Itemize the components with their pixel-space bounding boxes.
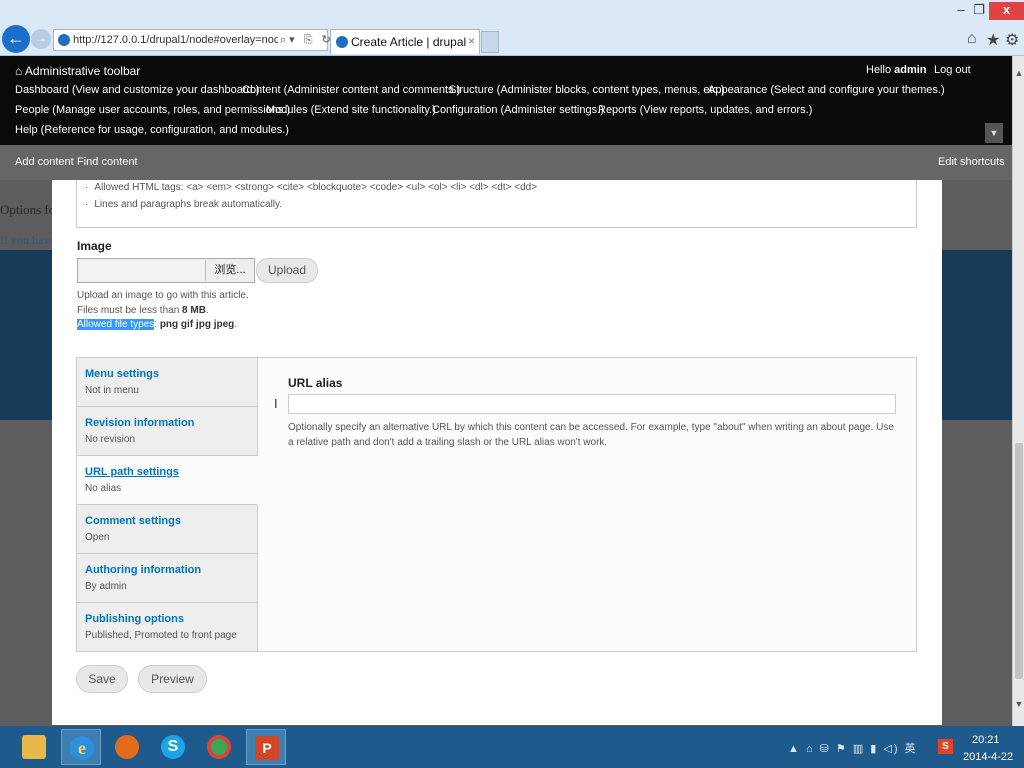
toolbar-menu-configuration[interactable]: Configuration (Administer settings.): [432, 104, 604, 116]
windows-taskbar: e S P ▲ ⌂ ⛁ ⚑ ▥ ▮ ◁) 英 S 20:21 2014-4-22: [0, 726, 1024, 768]
logout-link[interactable]: Log out: [934, 64, 971, 76]
toolbar-menu-reports[interactable]: Reports (View reports, updates, and erro…: [598, 104, 812, 116]
toolbar-menu-content[interactable]: Content (Administer content and comments…: [242, 84, 460, 96]
edit-shortcuts-link[interactable]: Edit shortcuts: [938, 156, 1005, 168]
image-field-label: Image: [77, 239, 112, 253]
toolbar-menu-people[interactable]: People (Manage user accounts, roles, and…: [15, 104, 290, 116]
tab-close-icon[interactable]: ×: [468, 34, 475, 48]
skype-icon[interactable]: S: [153, 729, 193, 765]
preview-button[interactable]: Preview: [138, 665, 207, 693]
toolbar-menu-modules[interactable]: Modules (Extend site functionality.): [266, 104, 436, 116]
background-page-band-right: [942, 250, 1012, 420]
back-button[interactable]: ←: [2, 25, 30, 53]
vtab-publishing-options[interactable]: Publishing options Published, Promoted t…: [77, 603, 258, 651]
arrow-left-icon: ←: [7, 28, 25, 48]
shortcut-find-content[interactable]: Find content: [77, 156, 138, 168]
scroll-up-icon[interactable]: ▲: [1013, 68, 1024, 78]
toolbar-menu-dashboard[interactable]: Dashboard (View and customize your dashb…: [15, 84, 259, 96]
browse-button[interactable]: 浏览...: [207, 260, 253, 281]
filter-tip-lines: Lines and paragraphs break automatically…: [85, 199, 282, 210]
vtab-revision-information[interactable]: Revision information No revision: [77, 407, 258, 456]
file-explorer-icon[interactable]: [14, 729, 54, 765]
image-allowed-types: Allowed file types: png gif jpg jpeg.: [77, 319, 238, 330]
user-greeting: Hello admin: [866, 64, 927, 76]
url-alias-input[interactable]: [288, 394, 896, 414]
scroll-down-icon[interactable]: ▼: [1013, 699, 1024, 709]
file-path-field[interactable]: [79, 260, 206, 281]
address-bar[interactable]: http://127.0.0.1/drupal1/node#overlay=no…: [53, 29, 331, 51]
tab-favicon-icon: [336, 36, 348, 48]
url-alias-label: URL alias: [288, 376, 343, 390]
shortcuts-bar: Add content Find content Edit shortcuts: [0, 145, 1012, 180]
toolbar-title[interactable]: ⌂ Administrative toolbar: [15, 64, 140, 78]
image-size-limit: Files must be less than 8 MB.: [77, 305, 209, 316]
close-window-button[interactable]: x: [989, 2, 1024, 20]
background-page-band: [0, 250, 52, 420]
new-tab-button[interactable]: [481, 31, 499, 53]
site-favicon-icon: [58, 34, 70, 46]
vertical-tabs: Menu settings Not in menu Revision infor…: [76, 357, 917, 652]
user-name[interactable]: admin: [894, 64, 926, 76]
address-text[interactable]: http://127.0.0.1/drupal1/node#overlay=no…: [73, 34, 278, 46]
toolbar-menu-structure[interactable]: Structure (Administer blocks, content ty…: [449, 84, 725, 96]
internet-explorer-icon[interactable]: e: [61, 729, 101, 765]
tab-title: Create Article | drupal cl...: [351, 35, 466, 49]
filter-tip-html: Allowed HTML tags: <a> <em> <strong> <ci…: [85, 182, 537, 193]
clock-date[interactable]: 2014-4-22: [963, 751, 1013, 763]
save-button[interactable]: Save: [76, 665, 128, 693]
system-tray-icons[interactable]: ▲ ⌂ ⛁ ⚑ ▥ ▮ ◁) 英: [788, 740, 918, 756]
admin-toolbar: ⌂ Administrative toolbar Hello admin Log…: [0, 56, 1012, 145]
vertical-tab-list: Menu settings Not in menu Revision infor…: [77, 358, 258, 651]
scrollbar-thumb[interactable]: [1015, 443, 1023, 679]
allowed-types-label: Allowed file types: [77, 319, 155, 330]
firefox-icon[interactable]: [107, 729, 147, 765]
toolbar-menu-help[interactable]: Help (Reference for usage, configuration…: [15, 124, 289, 136]
text-cursor-icon: I: [274, 396, 278, 411]
arrow-right-icon: →: [35, 31, 47, 45]
sogou-input-icon[interactable]: S: [938, 739, 953, 754]
filter-tips: Allowed HTML tags: <a> <em> <strong> <ci…: [76, 180, 917, 228]
toolbar-toggle-button[interactable]: ▼: [985, 123, 1003, 143]
vtab-authoring-information[interactable]: Authoring information By admin: [77, 554, 258, 603]
toolbar-menu-appearance[interactable]: Appearance (Select and configure your th…: [708, 84, 945, 96]
chrome-icon[interactable]: [199, 729, 239, 765]
star-icon[interactable]: ★: [986, 30, 1000, 50]
home-icon: ⌂: [15, 64, 25, 78]
browser-chrome: – ❐ x ← → http://127.0.0.1/drupal1/node#…: [0, 0, 1024, 56]
vtab-menu-settings[interactable]: Menu settings Not in menu: [77, 358, 258, 407]
upload-button[interactable]: Upload: [256, 258, 318, 283]
page-scrollbar[interactable]: ▲ ▼: [1012, 56, 1024, 726]
url-path-settings-pane: URL alias I Optionally specify an altern…: [259, 358, 916, 651]
powerpoint-icon[interactable]: P: [246, 729, 286, 765]
image-help-text: Upload an image to go with this article.: [77, 290, 249, 301]
background-link: If you have: [0, 233, 52, 247]
url-alias-description: Optionally specify an alternative URL by…: [288, 422, 894, 448]
shortcut-add-content[interactable]: Add content: [15, 156, 74, 168]
overlay-panel: Allowed HTML tags: <a> <em> <strong> <ci…: [52, 180, 942, 725]
gear-icon[interactable]: ⚙: [1005, 30, 1019, 50]
address-actions-icon[interactable]: ⌕▾ ⎘ ↻: [280, 33, 334, 47]
home-icon[interactable]: ⌂: [967, 30, 977, 48]
tab-create-article[interactable]: Create Article | drupal cl... ×: [330, 29, 480, 54]
clock-time[interactable]: 20:21: [972, 734, 1000, 746]
vtab-comment-settings[interactable]: Comment settings Open: [77, 505, 258, 554]
vtab-url-path-settings[interactable]: URL path settings No alias: [77, 456, 258, 505]
image-file-input[interactable]: 浏览...: [77, 258, 255, 283]
forward-button[interactable]: →: [31, 29, 51, 49]
background-heading: Options fo: [0, 202, 52, 217]
